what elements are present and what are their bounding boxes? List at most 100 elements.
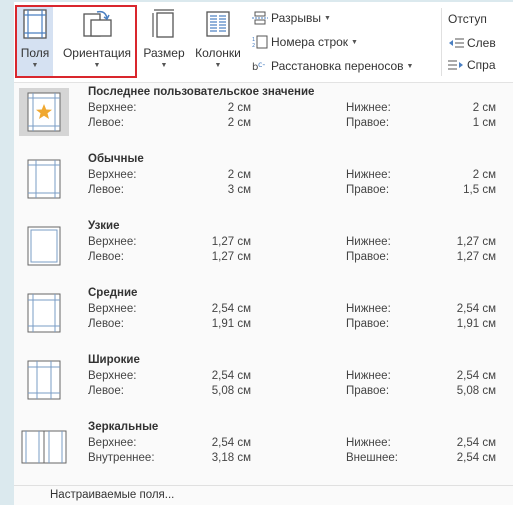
margins-dropdown: Последнее пользовательское значение Верх… (14, 83, 513, 505)
svg-text:2: 2 (252, 43, 255, 49)
columns-dropdown-arrow: ▼ (214, 62, 222, 69)
margin-preset-normal[interactable]: Обычные Верхнее: 2 см Нижнее: 2 см Левое… (14, 150, 513, 216)
bottom-value: 1,27 см (456, 236, 496, 248)
preset-thumbnail (19, 155, 69, 203)
ribbon-separator (441, 8, 442, 76)
top-value: 2 см (227, 102, 251, 114)
outside-value: 2,54 см (456, 452, 496, 464)
indent-group-label: Отступ (448, 12, 487, 26)
bottom-value: 2,54 см (456, 370, 496, 382)
right-value: 1,91 см (456, 318, 496, 330)
left-value: 5,08 см (211, 385, 251, 397)
dropdown-separator (14, 485, 513, 486)
margin-preset-narrow[interactable]: Узкие Верхнее: 1,27 см Нижнее: 1,27 см Л… (14, 217, 513, 283)
hyphenation-label: Расстановка переносов (271, 59, 404, 73)
size-dropdown-arrow: ▼ (160, 62, 168, 69)
indent-left-field[interactable]: Слев (448, 36, 496, 50)
inside-label: Внутреннее: (88, 452, 155, 464)
line-numbers-button[interactable]: 1 2 Номера строк ▼ (252, 32, 358, 52)
left-label: Левое: (88, 117, 124, 129)
size-label: Размер (143, 46, 185, 60)
left-label: Левое: (88, 184, 124, 196)
top-label: Верхнее: (88, 236, 137, 248)
preset-title: Зеркальные (88, 421, 159, 433)
margin-narrow-icon (27, 226, 61, 266)
margin-normal-icon (27, 159, 61, 199)
bottom-value: 2 см (472, 169, 496, 181)
preset-thumbnail (19, 88, 69, 136)
columns-icon (206, 11, 230, 37)
line-numbers-caret: ▼ (351, 38, 358, 46)
preset-title: Обычные (88, 153, 144, 165)
left-value: 3 см (227, 184, 251, 196)
bottom-label: Нижнее: (346, 370, 391, 382)
left-value: 1,27 см (211, 251, 251, 263)
bottom-value: 2 см (472, 102, 496, 114)
top-label: Верхнее: (88, 370, 137, 382)
preset-title: Средние (88, 287, 138, 299)
hyphenation-icon: b c- (252, 60, 265, 73)
bottom-value: 2,54 см (456, 437, 496, 449)
margin-preset-last-custom[interactable]: Последнее пользовательское значение Верх… (14, 83, 513, 149)
top-label: Верхнее: (88, 102, 137, 114)
indent-right-icon (448, 60, 463, 70)
outside-label: Внешнее: (346, 452, 398, 464)
preset-thumbnail (19, 222, 69, 270)
top-value: 2 см (227, 169, 251, 181)
bottom-label: Нижнее: (346, 169, 391, 181)
bottom-label: Нижнее: (346, 437, 391, 449)
right-label: Правое: (346, 251, 390, 263)
breaks-icon (252, 11, 268, 25)
indent-left-icon (449, 38, 464, 48)
custom-margins-menu-item[interactable]: Настраиваемые поля... (50, 489, 174, 501)
bottom-label: Нижнее: (346, 303, 391, 315)
preset-title: Узкие (88, 220, 120, 232)
hyphenation-button[interactable]: b c- Расстановка переносов ▼ (252, 56, 413, 76)
indent-right-field[interactable]: Спра (448, 58, 496, 72)
left-label: Левое: (88, 251, 124, 263)
right-value: 1 см (472, 117, 496, 129)
line-numbers-icon: 1 2 (252, 35, 268, 49)
preset-thumbnail (19, 356, 69, 404)
left-value: 1,91 см (211, 318, 251, 330)
preset-title: Последнее пользовательское значение (88, 86, 315, 98)
size-button[interactable]: Размер ▼ (142, 6, 186, 78)
right-label: Правое: (346, 385, 390, 397)
top-value: 2,54 см (211, 303, 251, 315)
top-value: 1,27 см (211, 236, 251, 248)
svg-text:c-: c- (258, 60, 265, 69)
top-label: Верхнее: (88, 303, 137, 315)
page-size-icon (152, 9, 174, 38)
margin-preset-mirrored[interactable]: Зеркальные Верхнее: 2,54 см Нижнее: 2,54… (14, 418, 513, 484)
top-value: 2,54 см (211, 370, 251, 382)
left-value: 2 см (227, 117, 251, 129)
right-value: 1,27 см (456, 251, 496, 263)
top-label: Верхнее: (88, 169, 137, 181)
indent-left-label: Слев (467, 36, 496, 50)
preset-thumbnail (19, 289, 69, 337)
margin-star-icon (27, 92, 61, 132)
hyphenation-caret: ▼ (406, 62, 414, 70)
right-label: Правое: (346, 117, 390, 129)
margin-preset-wide[interactable]: Широкие Верхнее: 2,54 см Нижнее: 2,54 см… (14, 351, 513, 417)
margin-preset-moderate[interactable]: Средние Верхнее: 2,54 см Нижнее: 2,54 см… (14, 284, 513, 350)
margin-mirrored-icon (21, 430, 67, 464)
right-label: Правое: (346, 184, 390, 196)
preset-title: Широкие (88, 354, 140, 366)
bottom-label: Нижнее: (346, 236, 391, 248)
preset-thumbnail (19, 423, 69, 471)
left-label: Левое: (88, 385, 124, 397)
margin-moderate-icon (27, 293, 61, 333)
columns-button[interactable]: Колонки ▼ (190, 6, 246, 78)
top-value: 2,54 см (211, 437, 251, 449)
columns-label: Колонки (195, 46, 241, 60)
highlight-frame (15, 5, 137, 78)
indent-right-label: Спра (467, 58, 496, 72)
breaks-caret: ▼ (323, 14, 331, 22)
ribbon-page-setup-group: Поля ▼ Ориентация ▼ Размер ▼ Колонки ▼ Р… (14, 2, 513, 83)
breaks-label: Разрывы (271, 11, 321, 25)
breaks-button[interactable]: Разрывы ▼ (252, 8, 331, 28)
inside-value: 3,18 см (211, 452, 251, 464)
left-label: Левое: (88, 318, 124, 330)
right-value: 5,08 см (456, 385, 496, 397)
